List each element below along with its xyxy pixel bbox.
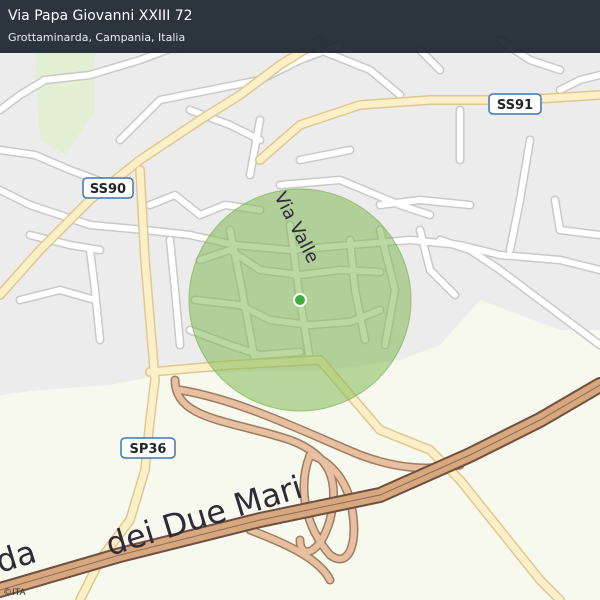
map-canvas[interactable]: Via Valle dei Due Mari da SS90 SS91 SP36 (0, 0, 600, 600)
address-title: Via Papa Giovanni XXIII 72 (8, 8, 193, 24)
map-attribution[interactable]: ©ITA (3, 588, 26, 598)
shield-sp36: SP36 (120, 437, 176, 459)
svg-text:SS91: SS91 (497, 98, 533, 113)
shield-ss91: SS91 (488, 93, 542, 115)
svg-text:SP36: SP36 (130, 442, 167, 457)
location-header: Via Papa Giovanni XXIII 72 Grottaminarda… (0, 0, 600, 53)
shield-ss90: SS90 (82, 177, 134, 199)
svg-text:SS90: SS90 (90, 182, 126, 197)
address-subtitle: Grottaminarda, Campania, Italia (8, 31, 186, 44)
location-marker[interactable] (293, 293, 307, 307)
